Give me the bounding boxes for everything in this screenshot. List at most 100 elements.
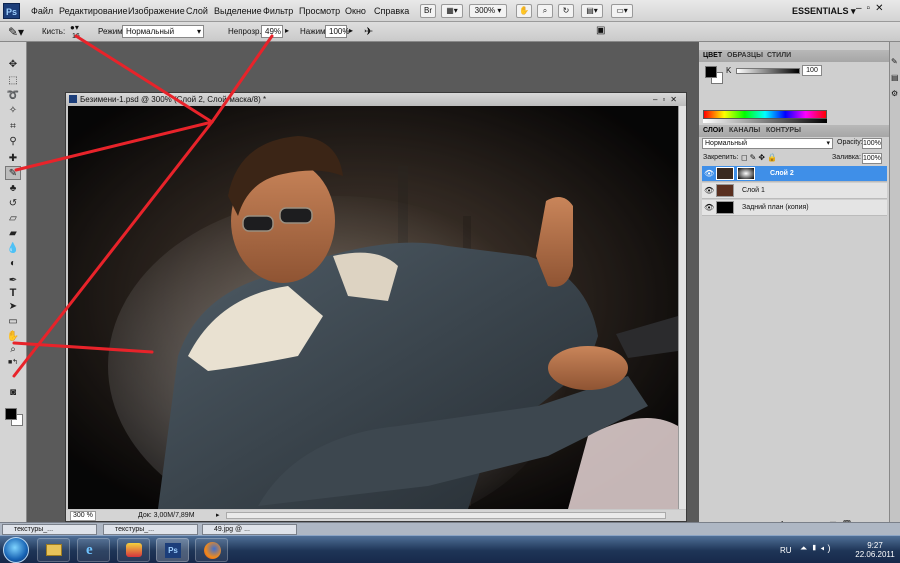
fill-field[interactable]: 100% xyxy=(862,153,882,164)
clock[interactable]: 9:27 22.06.2011 xyxy=(852,541,898,559)
brush-tool-icon[interactable]: ✎ xyxy=(5,166,21,180)
hand-tool-button[interactable]: ✋ xyxy=(516,4,532,18)
marquee-tool-icon[interactable]: ⬚ xyxy=(5,74,21,88)
lasso-tool-icon[interactable]: ➰ xyxy=(5,89,21,103)
zoom-field[interactable]: 300 % xyxy=(70,511,96,521)
stamp-tool-icon[interactable]: ♣ xyxy=(5,182,21,196)
doc-tab-1[interactable]: текстуры_... xyxy=(2,524,97,535)
opacity-field[interactable]: 49% xyxy=(261,25,283,38)
opacity-slider-arrow-icon[interactable]: ▸ xyxy=(285,26,289,35)
eye-icon[interactable]: 👁 xyxy=(704,203,714,212)
taskbar-ie[interactable]: e xyxy=(77,538,110,562)
doc-tab-2[interactable]: текстуры_... xyxy=(103,524,198,535)
layer-mask-thumbnail[interactable] xyxy=(737,167,755,180)
layer-row-sloi-1[interactable]: 👁 Слой 1 xyxy=(702,183,887,199)
gradient-tool-icon[interactable]: ▰ xyxy=(5,227,21,241)
hand-tool-icon[interactable]: ✋ xyxy=(5,330,21,344)
eye-icon[interactable]: 👁 xyxy=(704,169,714,178)
taskbar-photoshop[interactable]: Ps xyxy=(156,538,189,562)
lock-icons[interactable]: ◻✎✥🔒 xyxy=(741,153,779,162)
quick-mask-icon[interactable]: ◙ xyxy=(5,386,21,400)
flow-slider-arrow-icon[interactable]: ▸ xyxy=(349,26,353,35)
zoom-tool-icon[interactable]: ⌕ xyxy=(5,343,21,357)
eye-icon[interactable]: 👁 xyxy=(704,186,714,195)
menu-window[interactable]: Окно xyxy=(345,6,366,16)
tab-styles[interactable]: СТИЛИ xyxy=(767,52,791,59)
arrange-documents-button[interactable]: ▤▾ xyxy=(581,4,603,18)
tab-channels[interactable]: КАНАЛЫ xyxy=(729,127,760,134)
blend-mode-select[interactable]: Нормальный ▾ xyxy=(122,25,204,38)
move-tool-icon[interactable]: ✥ xyxy=(5,58,21,72)
menu-layer[interactable]: Слой xyxy=(186,6,208,16)
history-brush-tool-icon[interactable]: ↺ xyxy=(5,197,21,211)
quick-select-tool-icon[interactable]: ✧ xyxy=(5,104,21,118)
start-button[interactable] xyxy=(3,537,29,563)
tray-icons[interactable]: ⏶▮◂) xyxy=(800,543,833,554)
status-menu-arrow-icon[interactable]: ▸ xyxy=(216,511,220,519)
flow-field[interactable]: 100% xyxy=(325,25,349,38)
menu-image[interactable]: Изображение xyxy=(128,6,185,16)
tab-swatches[interactable]: ОБРАЗЦЫ xyxy=(727,52,763,59)
view-extras-button[interactable]: ▦▾ xyxy=(441,4,463,18)
rotate-view-button[interactable]: ↻ xyxy=(558,4,574,18)
bridge-button[interactable]: Br xyxy=(420,4,436,18)
strip-icons[interactable]: ✎ ▤ ⚙ xyxy=(891,54,899,102)
taskbar-firefox[interactable] xyxy=(195,538,228,562)
image-canvas[interactable] xyxy=(68,106,678,509)
doc-tab-3[interactable]: 49.jpg @ ... xyxy=(202,524,297,535)
shape-tool-icon[interactable]: ▭ xyxy=(5,315,21,329)
taskbar-app[interactable] xyxy=(117,538,150,562)
swap-colors-icon[interactable]: ■↰ xyxy=(5,356,21,370)
workspace-switcher[interactable]: ESSENTIALS ▾ xyxy=(792,6,856,17)
layer-row-background-copy[interactable]: 👁 Задний план (копия) xyxy=(702,200,887,216)
mode-label: Режим: xyxy=(98,27,125,36)
layer-opacity-field[interactable]: 100% xyxy=(862,138,882,149)
menu-view[interactable]: Просмотр xyxy=(299,6,340,16)
taskbar-explorer[interactable] xyxy=(37,538,70,562)
tab-color[interactable]: ЦВЕТ xyxy=(703,52,722,59)
horizontal-scrollbar[interactable] xyxy=(226,512,666,519)
screen-mode-button[interactable]: ▭▾ xyxy=(611,4,633,18)
document-window-controls[interactable]: –▫✕ xyxy=(653,93,682,106)
crop-tool-icon[interactable]: ⌗ xyxy=(5,120,21,134)
ps-doc-icon xyxy=(69,95,77,103)
type-tool-icon[interactable]: T xyxy=(5,286,21,300)
zoom-level-select[interactable]: 300% ▾ xyxy=(469,4,507,18)
document-title-bar[interactable]: Безимени-1.psd @ 300% (Слой 2, Слой-маск… xyxy=(66,93,686,106)
eyedropper-tool-icon[interactable]: ⚲ xyxy=(5,135,21,149)
airbrush-icon[interactable]: ✈ xyxy=(364,25,373,38)
menu-filter[interactable]: Фильтр xyxy=(263,6,293,16)
language-indicator[interactable]: RU xyxy=(780,546,792,555)
brush-preset-icon[interactable]: ✎▾ xyxy=(8,25,24,39)
layer-row-sloi-2[interactable]: 👁 Слой 2 xyxy=(702,166,887,182)
options-bar: ✎▾ Кисть: ●▾ 16 Режим: Нормальный ▾ Непро… xyxy=(0,22,900,42)
fill-label: Заливка: xyxy=(832,154,861,161)
layer-blend-mode-select[interactable]: Нормальный ▾ xyxy=(702,138,833,149)
tab-paths[interactable]: КОНТУРЫ xyxy=(766,127,801,134)
menu-select[interactable]: Выделение xyxy=(214,6,262,16)
rotate-icon: ↻ xyxy=(562,6,570,15)
tab-layers[interactable]: СЛОИ xyxy=(703,127,723,134)
menu-edit[interactable]: Редактирование xyxy=(59,6,128,16)
window-controls[interactable]: –▫✕ xyxy=(856,3,889,14)
menu-file[interactable]: Файл xyxy=(31,6,53,16)
dodge-tool-icon[interactable]: ◐ xyxy=(5,257,21,271)
brush-preview-icon[interactable]: ●▾ xyxy=(70,23,79,32)
foreground-color-swatch[interactable] xyxy=(5,408,17,420)
panel-toggle-icon[interactable]: ▣ xyxy=(596,25,605,36)
clock-time: 9:27 xyxy=(867,541,883,550)
k-value-field[interactable]: 100 xyxy=(802,65,822,76)
blur-tool-icon[interactable]: 💧 xyxy=(5,242,21,256)
panel-foreground-swatch[interactable] xyxy=(705,66,717,78)
color-spectrum-bar[interactable] xyxy=(703,110,827,119)
zoom-tool-button[interactable]: ⌕ xyxy=(537,4,553,18)
panels-dock: ЦВЕТ ОБРАЗЦЫ СТИЛИ K 100 СЛОИ КАНАЛЫ КОН… xyxy=(699,42,900,529)
k-slider[interactable] xyxy=(736,68,800,74)
lock-label: Закрепить: xyxy=(703,154,739,161)
eraser-tool-icon[interactable]: ▱ xyxy=(5,212,21,226)
path-select-tool-icon[interactable]: ➤ xyxy=(5,300,21,314)
healing-tool-icon[interactable]: ✚ xyxy=(5,152,21,166)
menu-help[interactable]: Справка xyxy=(374,6,409,16)
vertical-scrollbar[interactable] xyxy=(678,106,686,509)
grayscale-bar[interactable] xyxy=(703,119,827,123)
